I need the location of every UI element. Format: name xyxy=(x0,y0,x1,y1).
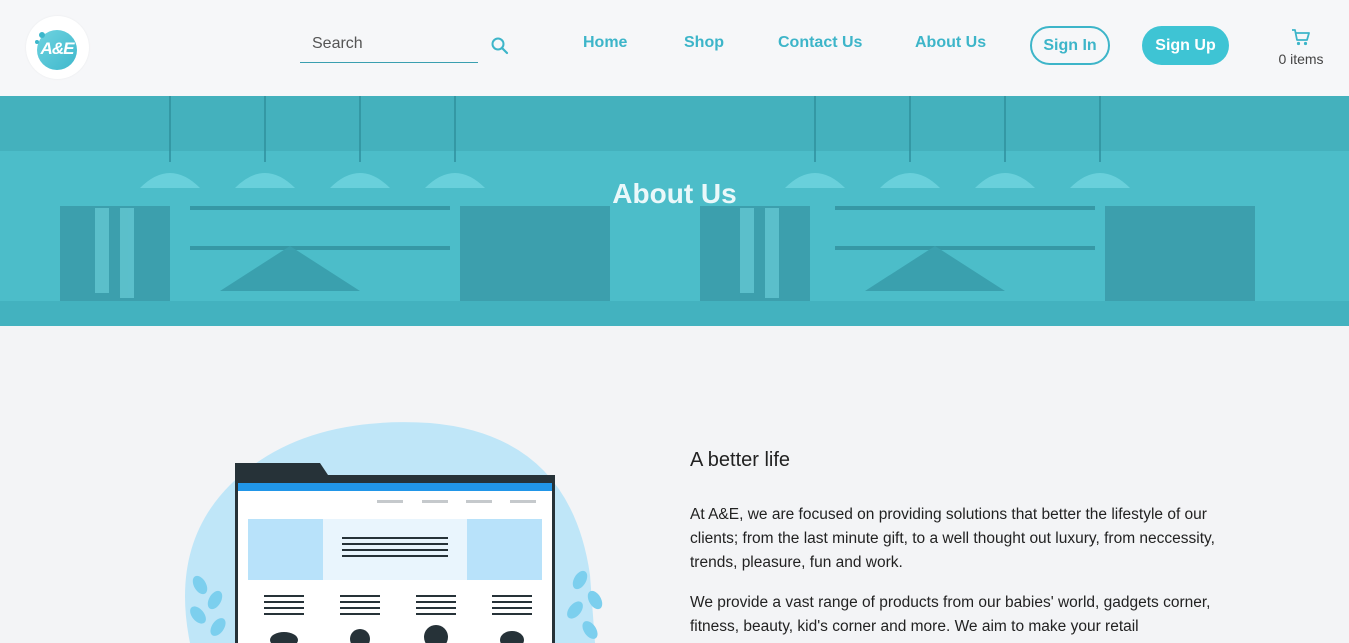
sign-up-button[interactable]: Sign Up xyxy=(1142,26,1229,65)
about-paragraph: At A&E, we are focused on providing solu… xyxy=(690,506,1215,571)
brand-logo[interactable]: A&E xyxy=(26,16,89,79)
store-background-image xyxy=(0,96,1349,326)
nav-link-home[interactable]: Home xyxy=(583,34,627,52)
nav-link-about-us[interactable]: About Us xyxy=(915,34,986,52)
nav-link-shop[interactable]: Shop xyxy=(684,34,724,52)
cart-button[interactable]: 0 items xyxy=(1272,28,1330,76)
section-heading: A better life xyxy=(690,449,791,471)
logo-text: A&E xyxy=(40,39,75,58)
page-title: About Us xyxy=(612,178,737,209)
top-navbar: A&E Home Shop Contact Us About Us Sign I… xyxy=(0,0,1349,96)
website-illustration xyxy=(185,422,603,643)
search-box xyxy=(300,29,478,63)
sign-in-button[interactable]: Sign In xyxy=(1030,26,1110,65)
nav-link-contact-us[interactable]: Contact Us xyxy=(778,34,862,52)
logo-bubble xyxy=(35,40,39,44)
search-icon[interactable] xyxy=(490,36,510,56)
cart-icon xyxy=(1292,29,1310,46)
hero-banner: About Us xyxy=(0,96,1349,326)
cart-item-count: 0 items xyxy=(1278,51,1324,67)
search-input[interactable] xyxy=(300,29,470,59)
logo-bubble xyxy=(39,32,45,38)
about-paragraph: We provide a vast range of products from… xyxy=(690,594,1211,635)
